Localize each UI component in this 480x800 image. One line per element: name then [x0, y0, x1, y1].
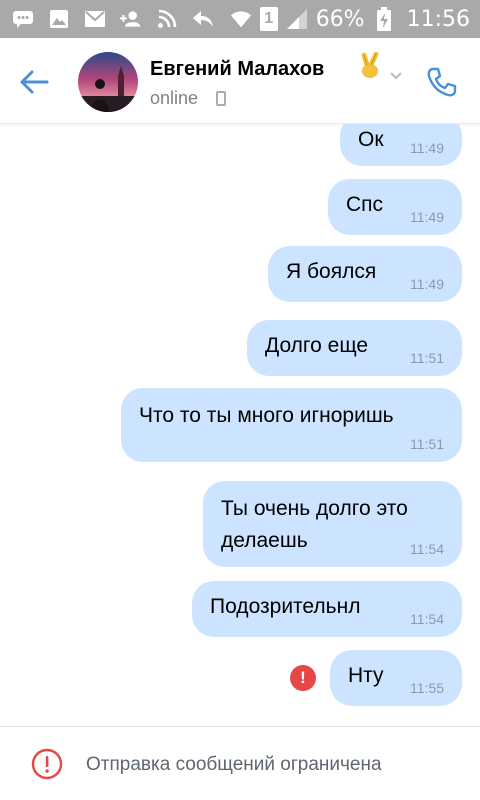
phone-icon — [427, 67, 457, 97]
message-text-line2: делаешь — [221, 529, 308, 552]
message-text: Спс — [346, 193, 384, 216]
message-bubble[interactable]: Я боялся 11:49 — [268, 246, 462, 302]
chevron-down-icon[interactable] — [389, 68, 403, 80]
chat-header: Евгений Малахов online — [0, 38, 480, 124]
message-bubble[interactable]: Нту 11:55 — [330, 650, 462, 706]
status-bar: 1 66% 11:56 — [0, 0, 480, 38]
mobile-device-icon — [216, 91, 226, 106]
message-bubble[interactable]: Подозрительнл 11:54 — [192, 581, 462, 637]
message-time: 11:54 — [410, 611, 444, 627]
message-text-line1: Ты очень долго это — [221, 497, 408, 520]
message-time: 11:49 — [410, 140, 444, 156]
message-bubble[interactable]: Ок 11:49 — [340, 124, 462, 166]
sim-number: 1 — [264, 10, 274, 27]
message-time: 11:51 — [410, 436, 444, 452]
contact-name[interactable]: Евгений Малахов — [150, 58, 324, 81]
message-bubble[interactable]: Ты очень долго это делаешь 11:54 — [203, 481, 462, 567]
clock: 11:56 — [406, 6, 470, 32]
send-error-icon[interactable]: ! — [290, 665, 316, 691]
battery-charging-icon — [373, 7, 395, 31]
notification-icons — [12, 6, 214, 32]
message-text: Нту — [348, 664, 384, 687]
online-status: online — [150, 88, 199, 108]
message-bubble[interactable]: Что то ты много игноришь 11:51 — [121, 388, 462, 462]
message-bubble[interactable]: Спс 11:49 — [328, 179, 462, 235]
avatar[interactable] — [78, 52, 138, 112]
message-time: 11:55 — [410, 680, 444, 696]
rss-icon — [156, 8, 178, 30]
message-time: 11:51 — [410, 350, 444, 366]
warning-circle-icon — [31, 748, 63, 780]
message-text: Долго еще — [265, 334, 369, 357]
restriction-message: Отправка сообщений ограничена — [86, 754, 382, 775]
input-restricted-bar: Отправка сообщений ограничена — [0, 726, 480, 800]
image-icon — [48, 8, 70, 30]
message-text: Подозрительнл — [210, 595, 361, 618]
message-time: 11:54 — [410, 541, 444, 557]
reply-icon — [192, 8, 214, 30]
victory-hand-icon — [357, 51, 383, 80]
mail-icon — [84, 8, 106, 30]
call-button[interactable] — [422, 62, 462, 102]
message-time: 11:49 — [410, 209, 444, 225]
message-text: Я боялся — [286, 260, 377, 283]
message-bubble[interactable]: Долго еще 11:51 — [247, 320, 462, 376]
add-friend-icon — [120, 8, 142, 30]
message-text: Ок — [358, 128, 384, 151]
system-indicators: 1 66% 11:56 — [230, 0, 470, 38]
message-time: 11:49 — [410, 276, 444, 292]
message-text: Что то ты много игноришь — [139, 404, 394, 427]
back-button[interactable] — [14, 62, 54, 102]
sim-icon: 1 — [259, 7, 278, 31]
wifi-icon — [230, 8, 252, 30]
chat-bubble-icon — [12, 8, 34, 30]
message-list[interactable]: Ок 11:49 Спс 11:49 Я боялся 11:49 Долго … — [0, 124, 480, 726]
battery-percent: 66% — [315, 6, 365, 32]
signal-icon — [286, 8, 308, 30]
arrow-left-icon — [20, 70, 49, 94]
